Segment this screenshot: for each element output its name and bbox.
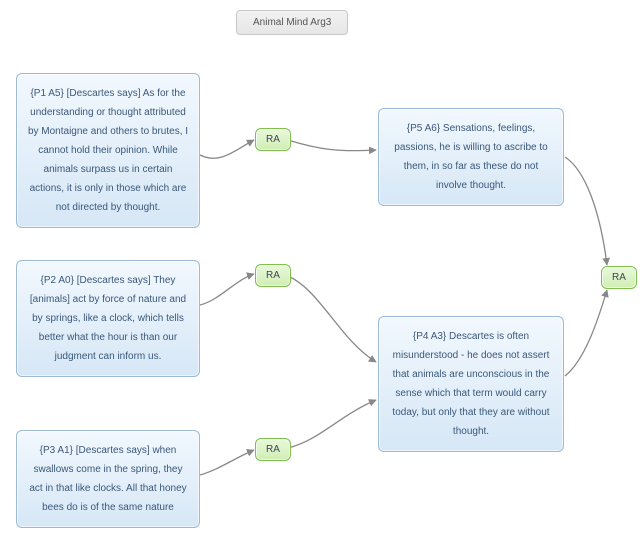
premise-p2[interactable]: {P2 A0} [Descartes says] They [animals] … [16,260,200,377]
premise-p5[interactable]: {P5 A6} Sensations, feelings, passions, … [378,108,564,206]
premise-p3[interactable]: {P3 A1} [Descartes says] when swallows c… [16,430,200,528]
ra-node-1[interactable]: RA [255,128,291,151]
ra-node-3[interactable]: RA [255,438,291,461]
ra-node-4[interactable]: RA [601,266,637,289]
diagram-title: Animal Mind Arg3 [236,10,348,35]
premise-p4[interactable]: {P4 A3} Descartes is often misunderstood… [378,316,564,452]
premise-p1[interactable]: {P1 A5} [Descartes says] As for the unde… [16,73,200,228]
ra-node-2[interactable]: RA [255,264,291,287]
